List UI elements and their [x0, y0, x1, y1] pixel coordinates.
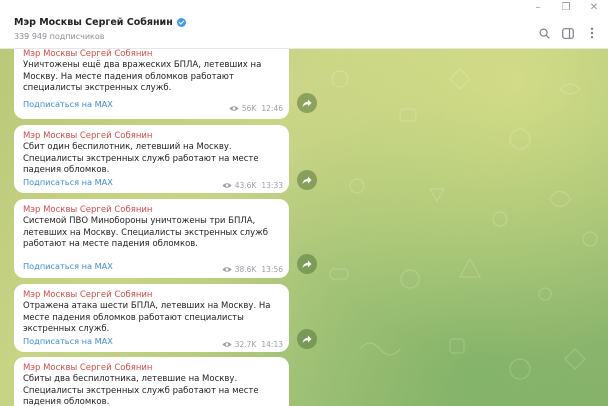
message-text: Уничтожены ещё два вражеских БПЛА, летев…	[23, 60, 262, 93]
share-button[interactable]	[297, 329, 317, 349]
message-bubble[interactable]: Мэр Москвы Сергей Собянин Сбит один бесп…	[14, 125, 289, 193]
close-window-button[interactable]: ✕	[580, 0, 608, 16]
message-time: 12:46	[261, 104, 283, 113]
message-time: 13:33	[261, 181, 283, 190]
search-icon	[539, 28, 550, 39]
more-menu-button[interactable]	[580, 24, 604, 42]
share-arrow-icon	[302, 99, 312, 107]
views-icon	[229, 106, 239, 111]
message-bubble[interactable]: Мэр Москвы Сергей Собянин Отражена атака…	[14, 284, 289, 352]
message-sender[interactable]: Мэр Москвы Сергей Собянин	[23, 49, 281, 60]
subscribe-max-link[interactable]: Подписаться на MAX	[23, 336, 113, 346]
message-sender[interactable]: Мэр Москвы Сергей Собянин	[23, 204, 281, 216]
message: Мэр Москвы Сергей Собянин Сбит один бесп…	[14, 125, 322, 195]
more-vertical-icon	[590, 27, 594, 39]
share-button[interactable]	[297, 170, 317, 190]
subscribe-max-link[interactable]: Подписаться на MAX	[23, 177, 113, 187]
channel-title: Мэр Москвы Сергей Собянин	[14, 17, 173, 28]
message-sender[interactable]: Мэр Москвы Сергей Собянин	[23, 130, 281, 142]
window-controls: – ❐ ✕	[524, 0, 608, 16]
message: Мэр Москвы Сергей Собянин Системой ПВО М…	[14, 199, 322, 279]
view-count: 56K	[241, 104, 257, 113]
subscriber-count: 339 949 подписчиков	[14, 32, 105, 41]
views-icon	[222, 267, 232, 272]
message-text: Сбиты два беспилотника, летевшие на Моск…	[23, 374, 259, 406]
message-bubble[interactable]: Мэр Москвы Сергей Собянин Системой ПВО М…	[14, 199, 289, 278]
message-sender[interactable]: Мэр Москвы Сергей Собянин	[23, 362, 281, 374]
message-meta: 32.7K 14:13	[222, 340, 283, 349]
view-count: 32.7K	[234, 340, 257, 349]
message-meta: 38.6K 13:56	[222, 265, 283, 274]
chat-history[interactable]: Мэр Москвы Сергей Собянин Уничтожены ещё…	[0, 49, 608, 406]
views-icon	[222, 342, 232, 347]
share-arrow-icon	[302, 260, 312, 268]
message-meta: 43.6K 13:33	[222, 181, 283, 190]
message-text: Отражена атака шести БПЛА, летевших на М…	[23, 301, 271, 334]
subscribe-max-link[interactable]: Подписаться на MAX	[23, 261, 113, 271]
subscribe-max-link[interactable]: Подписаться на MAX	[23, 99, 113, 109]
message-bubble[interactable]: Мэр Москвы Сергей Собянин Уничтожены ещё…	[14, 49, 289, 119]
message-meta: 56K 12:46	[229, 104, 283, 113]
sidebar-icon	[562, 27, 574, 39]
message: Мэр Москвы Сергей Собянин Уничтожены ещё…	[14, 49, 322, 123]
share-button[interactable]	[297, 93, 317, 113]
minimize-button[interactable]: –	[524, 0, 552, 16]
channel-title-row[interactable]: Мэр Москвы Сергей Собянин	[14, 17, 186, 28]
message: Мэр Москвы Сергей Собянин Отражена атака…	[14, 284, 322, 354]
maximize-button[interactable]: ❐	[552, 0, 580, 16]
message-sender[interactable]: Мэр Москвы Сергей Собянин	[23, 289, 281, 301]
header-actions	[532, 24, 604, 42]
chat-header: Мэр Москвы Сергей Собянин 339 949 подпис…	[0, 0, 608, 49]
message-bubble[interactable]: Мэр Москвы Сергей Собянин Сбиты два бесп…	[14, 357, 289, 406]
message: Мэр Москвы Сергей Собянин Сбиты два бесп…	[14, 357, 322, 406]
share-arrow-icon	[302, 335, 312, 343]
message-time: 13:56	[261, 265, 283, 274]
share-button[interactable]	[297, 254, 317, 274]
search-button[interactable]	[532, 24, 556, 42]
view-count: 38.6K	[234, 265, 257, 274]
view-count: 43.6K	[234, 181, 257, 190]
message-text: Системой ПВО Минобороны уничтожены три Б…	[23, 216, 269, 249]
share-arrow-icon	[302, 176, 312, 184]
verified-icon	[176, 18, 186, 27]
sidebar-toggle-button[interactable]	[556, 24, 580, 42]
message-time: 14:13	[261, 340, 283, 349]
views-icon	[222, 183, 232, 188]
message-text: Сбит один беспилотник, летевший на Москв…	[23, 142, 259, 175]
